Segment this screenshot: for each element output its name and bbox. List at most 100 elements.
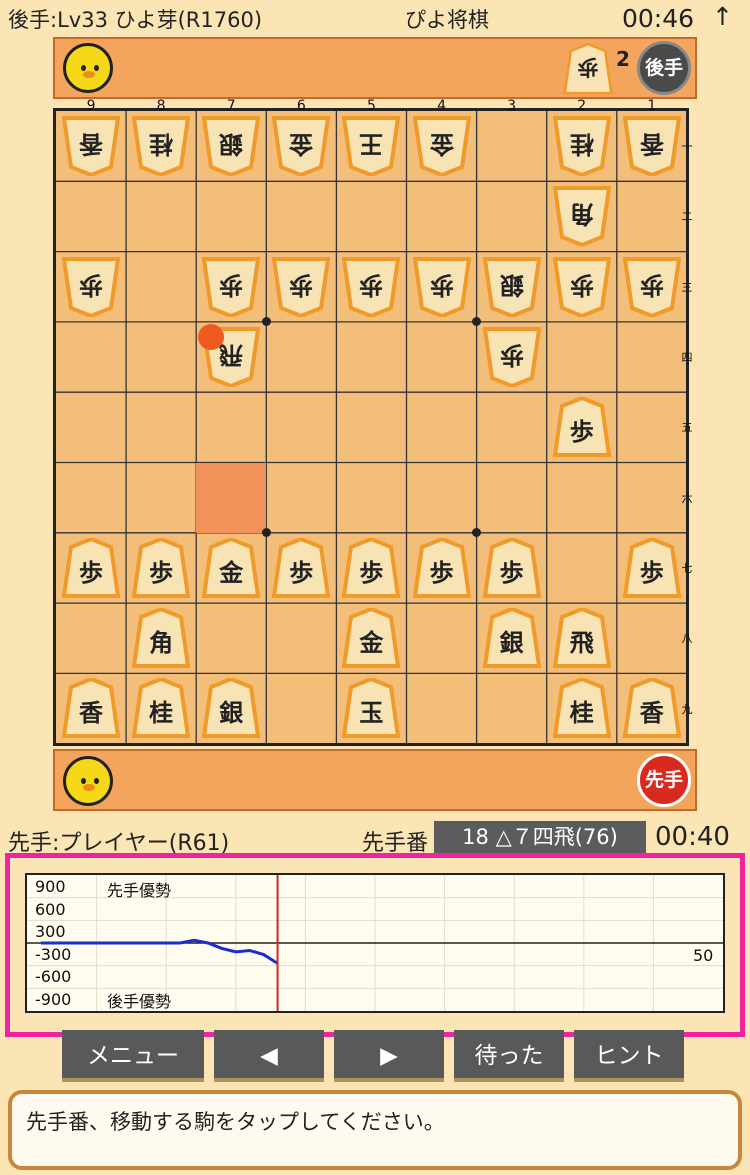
hint-button[interactable]: ヒント [574, 1030, 684, 1082]
gote-piece[interactable]: 歩 [272, 256, 331, 317]
gote-piece[interactable]: 香 [62, 116, 120, 176]
gote-piece[interactable]: 歩 [482, 326, 541, 387]
piece-label: 桂 [569, 699, 594, 728]
sente-badge: 先手 [637, 753, 691, 807]
last-move-display: 18 △７四飛(76) [434, 821, 646, 853]
y-tick-label: -300 [35, 944, 72, 964]
captured-piece-label: 歩 [577, 55, 599, 79]
piece-label: 桂 [149, 130, 174, 158]
sente-piece[interactable]: 銀 [482, 608, 541, 669]
sente-piece[interactable]: 桂 [552, 678, 611, 739]
rank-label: 四 [681, 351, 693, 365]
last-move-marker [198, 323, 225, 350]
piece-label: 香 [639, 699, 664, 728]
piece-label: 金 [289, 130, 314, 158]
sente-piece[interactable]: 歩 [342, 537, 401, 598]
sente-piece[interactable]: 桂 [132, 678, 191, 739]
piece-label: 桂 [149, 699, 174, 728]
piece-label: 銀 [219, 699, 244, 728]
gote-piece[interactable]: 歩 [552, 256, 611, 317]
file-label: 9 [86, 98, 96, 114]
sente-piece[interactable]: 歩 [132, 537, 191, 598]
next-move-button[interactable]: ▶ [334, 1030, 444, 1082]
piece-label: 歩 [639, 558, 664, 587]
piece-label: 歩 [289, 558, 314, 587]
player-timer: 00:40 [655, 822, 730, 852]
x-end-label: 50 [693, 946, 714, 965]
last-move-origin-highlight [196, 462, 267, 533]
file-label: 5 [366, 98, 376, 114]
y-tick-labels: 900 600 300 -300 -600 -900 [35, 876, 71, 1011]
piece-label: 香 [79, 130, 103, 158]
undo-button[interactable]: 待った [454, 1030, 564, 1082]
piece-label: 歩 [569, 270, 594, 299]
sente-piece[interactable]: 飛 [552, 608, 611, 669]
gote-piece[interactable]: 角 [552, 186, 611, 247]
opponent-name: 後手:Lv33 ひよ芽(R1760) [8, 8, 263, 32]
gote-advantage-label: 後手優勢 [107, 992, 172, 1011]
rank-label: 八 [681, 632, 693, 646]
piece-label: 歩 [149, 558, 174, 587]
gote-piece[interactable]: 銀 [482, 256, 541, 317]
sente-piece[interactable]: 香 [622, 678, 681, 739]
gote-piece[interactable]: 金 [272, 116, 331, 176]
shogi-board[interactable]: 香桂銀金王金桂香角歩歩歩歩歩銀歩歩飛歩歩歩歩金歩歩歩歩歩角金銀飛香桂銀玉桂香 [53, 108, 689, 746]
sente-avatar-chick-icon [63, 756, 113, 806]
piece-label: 歩 [569, 418, 594, 447]
evaluation-graph-panel[interactable]: 900 600 300 -300 -600 -900 先手優勢 後手優勢 50 [5, 853, 745, 1037]
gote-piece[interactable]: 金 [412, 116, 471, 176]
gote-piece[interactable]: 桂 [552, 116, 611, 176]
sente-piece[interactable]: 玉 [342, 678, 401, 739]
gote-piece[interactable]: 歩 [62, 256, 120, 317]
file-label: 8 [156, 98, 166, 114]
gote-avatar-chick-icon [63, 43, 113, 93]
piece-label: 歩 [359, 270, 384, 299]
piece-label: 歩 [359, 558, 384, 587]
y-tick-label: -900 [35, 989, 72, 1009]
evaluation-graph[interactable]: 900 600 300 -300 -600 -900 先手優勢 後手優勢 50 [25, 873, 725, 1013]
piece-label: 金 [429, 130, 454, 158]
sente-piece[interactable]: 金 [342, 608, 401, 669]
gote-piece-tray: 歩 2 後手 [53, 37, 697, 99]
sente-piece[interactable]: 歩 [412, 537, 471, 598]
gote-piece[interactable]: 香 [622, 116, 681, 176]
y-tick-label: 600 [35, 899, 66, 919]
piece-label: 金 [359, 629, 384, 658]
sente-piece[interactable]: 角 [132, 608, 191, 669]
rank-label: 一 [681, 140, 693, 154]
rank-label: 三 [681, 280, 693, 294]
piece-label: 歩 [429, 558, 454, 587]
message-text: 先手番、移動する駒をタップしてください。 [26, 1110, 445, 1134]
sente-piece[interactable]: 歩 [482, 537, 541, 598]
y-tick-label: 900 [35, 877, 66, 896]
gote-piece[interactable]: 歩 [342, 256, 401, 317]
sente-piece[interactable]: 歩 [552, 397, 611, 458]
sente-piece[interactable]: 歩 [272, 537, 331, 598]
sente-piece[interactable]: 銀 [202, 678, 261, 739]
sente-piece[interactable]: 歩 [62, 537, 120, 598]
gote-piece[interactable]: 銀 [202, 116, 261, 176]
y-tick-label: -600 [35, 967, 72, 986]
piece-label: 桂 [569, 130, 594, 158]
message-box: 先手番、移動する駒をタップしてください。 [8, 1090, 742, 1170]
file-label: 1 [647, 98, 657, 114]
app-title: ぴよ将棋 [405, 8, 489, 32]
sente-advantage-label: 先手優勢 [107, 881, 172, 900]
gote-piece[interactable]: 歩 [412, 256, 471, 317]
file-label: 6 [296, 98, 306, 114]
piece-label: 銀 [219, 130, 244, 158]
gote-piece[interactable]: 歩 [202, 256, 261, 317]
file-label: 4 [437, 98, 446, 114]
gote-piece[interactable]: 歩 [622, 256, 681, 317]
sente-piece[interactable]: 香 [62, 678, 120, 739]
rank-label: 六 [681, 491, 693, 505]
captured-piece[interactable]: 歩 [563, 40, 621, 100]
sente-piece[interactable]: 金 [202, 537, 261, 598]
gote-piece[interactable]: 王 [342, 116, 401, 176]
prev-move-button[interactable]: ◀ [214, 1030, 324, 1082]
gote-piece[interactable]: 桂 [132, 116, 191, 176]
sente-piece[interactable]: 歩 [622, 537, 681, 598]
menu-button[interactable]: メニュー [62, 1030, 204, 1082]
arrow-up-icon[interactable]: ↑ [712, 2, 733, 31]
piece-label: 玉 [359, 699, 384, 728]
